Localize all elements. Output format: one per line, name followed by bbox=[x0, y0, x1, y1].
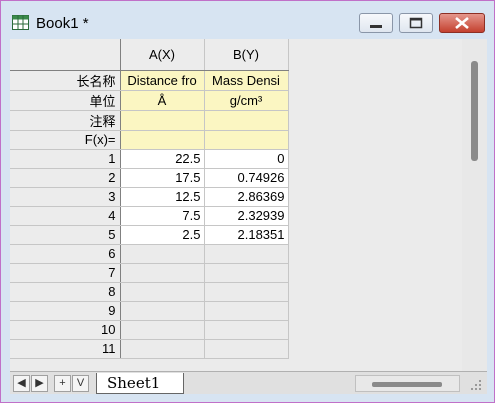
horizontal-scroll-thumb[interactable] bbox=[372, 382, 442, 387]
data-cell-b[interactable]: 0.74926 bbox=[204, 168, 289, 188]
corner-cell[interactable] bbox=[10, 39, 121, 71]
column-header-row: A(X) B(Y) bbox=[10, 39, 289, 71]
data-cell-b[interactable]: 2.86369 bbox=[204, 187, 289, 207]
row-number[interactable]: 7 bbox=[10, 263, 121, 283]
units-row: 单位 Å g/cm³ bbox=[10, 90, 289, 111]
long-name-row: 长名称 Distance fro Mass Densi bbox=[10, 70, 289, 91]
data-cell-b[interactable]: 2.18351 bbox=[204, 225, 289, 245]
sheet-tab-sheet1[interactable]: Sheet1 bbox=[96, 373, 184, 394]
column-header-b[interactable]: B(Y) bbox=[204, 39, 289, 71]
row-number[interactable]: 8 bbox=[10, 282, 121, 302]
close-icon bbox=[455, 17, 469, 29]
data-cell-a[interactable] bbox=[120, 301, 205, 321]
close-button[interactable] bbox=[439, 13, 485, 33]
table-row: 7 bbox=[10, 263, 289, 283]
last-sheet-button[interactable]: ▶ bbox=[31, 375, 48, 392]
table-row: 9 bbox=[10, 301, 289, 321]
row-number[interactable]: 10 bbox=[10, 320, 121, 340]
data-cell-b[interactable] bbox=[204, 320, 289, 340]
row-label-comments[interactable]: 注释 bbox=[10, 110, 121, 131]
first-sheet-button[interactable]: ◀ bbox=[13, 375, 30, 392]
worksheet-area: A(X) B(Y) 长名称 Distance fro Mass Densi 单位… bbox=[10, 39, 487, 394]
resize-grip-icon[interactable] bbox=[465, 378, 483, 392]
long-name-cell-b[interactable]: Mass Densi bbox=[204, 70, 289, 91]
row-label-units[interactable]: 单位 bbox=[10, 90, 121, 111]
row-number[interactable]: 4 bbox=[10, 206, 121, 226]
table-row: 10 bbox=[10, 320, 289, 340]
row-number[interactable]: 9 bbox=[10, 301, 121, 321]
minimize-button[interactable] bbox=[359, 13, 393, 33]
data-cell-a[interactable]: 2.5 bbox=[120, 225, 205, 245]
workbook-icon bbox=[12, 15, 29, 30]
data-cell-a[interactable]: 17.5 bbox=[120, 168, 205, 188]
comments-row: 注释 bbox=[10, 110, 289, 131]
row-number[interactable]: 2 bbox=[10, 168, 121, 188]
table-row: 11 bbox=[10, 339, 289, 359]
vertical-scrollbar[interactable] bbox=[462, 39, 487, 371]
table-row: 1 22.5 0 bbox=[10, 149, 289, 169]
data-cell-b[interactable] bbox=[204, 244, 289, 264]
formula-cell-a[interactable] bbox=[120, 130, 205, 150]
data-cell-a[interactable]: 7.5 bbox=[120, 206, 205, 226]
maximize-icon bbox=[409, 17, 423, 29]
row-label-formula[interactable]: F(x)= bbox=[10, 130, 121, 150]
data-cell-a[interactable]: 12.5 bbox=[120, 187, 205, 207]
data-cell-a[interactable]: 22.5 bbox=[120, 149, 205, 169]
data-cell-b[interactable] bbox=[204, 301, 289, 321]
data-cell-a[interactable] bbox=[120, 244, 205, 264]
sheet-list-button[interactable]: V bbox=[72, 375, 89, 392]
data-cell-b[interactable]: 0 bbox=[204, 149, 289, 169]
data-cell-b[interactable] bbox=[204, 263, 289, 283]
formula-row: F(x)= bbox=[10, 130, 289, 150]
vertical-scroll-thumb[interactable] bbox=[471, 61, 478, 161]
table-row: 8 bbox=[10, 282, 289, 302]
window-title: Book1 * bbox=[36, 15, 89, 32]
row-number[interactable]: 6 bbox=[10, 244, 121, 264]
data-cell-a[interactable] bbox=[120, 282, 205, 302]
table-row: 3 12.5 2.86369 bbox=[10, 187, 289, 207]
data-cell-b[interactable] bbox=[204, 339, 289, 359]
data-cell-b[interactable] bbox=[204, 282, 289, 302]
comments-cell-b[interactable] bbox=[204, 110, 289, 131]
sheet-tab-bar: ◀ ▶ + V Sheet1 bbox=[10, 371, 487, 394]
formula-cell-b[interactable] bbox=[204, 130, 289, 150]
units-cell-a[interactable]: Å bbox=[120, 90, 205, 111]
data-cell-a[interactable] bbox=[120, 263, 205, 283]
data-cell-b[interactable]: 2.32939 bbox=[204, 206, 289, 226]
row-number[interactable]: 11 bbox=[10, 339, 121, 359]
title-bar[interactable]: Book1 * bbox=[1, 1, 494, 39]
table-row: 4 7.5 2.32939 bbox=[10, 206, 289, 226]
worksheet-grid: A(X) B(Y) 长名称 Distance fro Mass Densi 单位… bbox=[10, 39, 289, 359]
horizontal-scrollbar[interactable] bbox=[355, 375, 460, 392]
units-cell-b[interactable]: g/cm³ bbox=[204, 90, 289, 111]
data-cell-a[interactable] bbox=[120, 320, 205, 340]
row-number[interactable]: 5 bbox=[10, 225, 121, 245]
table-row: 6 bbox=[10, 244, 289, 264]
maximize-button[interactable] bbox=[399, 13, 433, 33]
row-number[interactable]: 3 bbox=[10, 187, 121, 207]
comments-cell-a[interactable] bbox=[120, 110, 205, 131]
column-header-a[interactable]: A(X) bbox=[120, 39, 205, 71]
data-cell-a[interactable] bbox=[120, 339, 205, 359]
table-row: 2 17.5 0.74926 bbox=[10, 168, 289, 188]
minimize-icon bbox=[370, 25, 382, 28]
workbook-window: Book1 * A(X) B(Y) 长名称 Distance fro Mass … bbox=[0, 0, 495, 403]
table-row: 5 2.5 2.18351 bbox=[10, 225, 289, 245]
row-number[interactable]: 1 bbox=[10, 149, 121, 169]
long-name-cell-a[interactable]: Distance fro bbox=[120, 70, 205, 91]
row-label-long-name[interactable]: 长名称 bbox=[10, 70, 121, 91]
add-sheet-button[interactable]: + bbox=[54, 375, 71, 392]
